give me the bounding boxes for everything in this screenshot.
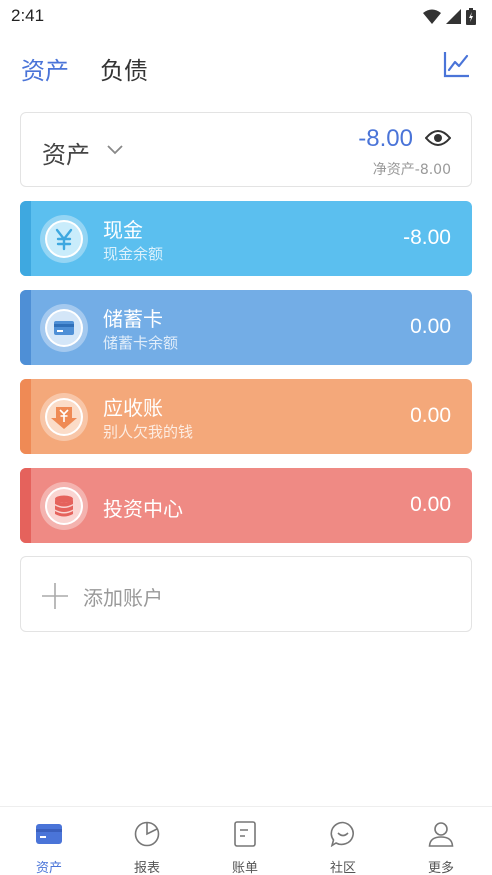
bill-icon bbox=[234, 821, 256, 847]
status-icons bbox=[423, 8, 476, 25]
account-subtitle: 现金余额 bbox=[103, 245, 164, 263]
receivable-icon bbox=[45, 398, 83, 436]
nav-assets[interactable]: 资产 bbox=[0, 807, 98, 875]
nav-reports[interactable]: 报表 bbox=[98, 807, 196, 875]
account-card-receivable[interactable]: 应收账 别人欠我的钱 0.00 bbox=[20, 379, 472, 454]
account-name: 现金 bbox=[103, 218, 143, 242]
summary-title: 资产 bbox=[42, 141, 90, 169]
asset-summary-card[interactable]: 资产 -8.00 净资产-8.00 bbox=[20, 112, 472, 187]
nav-label: 账单 bbox=[231, 861, 258, 875]
card-stripe bbox=[20, 379, 31, 454]
wifi-icon bbox=[423, 9, 441, 24]
nav-label: 社区 bbox=[329, 861, 356, 875]
account-subtitle: 储蓄卡余额 bbox=[103, 334, 179, 352]
account-amount: 0.00 bbox=[410, 315, 451, 338]
yuan-icon bbox=[45, 220, 83, 258]
card-stripe bbox=[20, 201, 31, 276]
account-name: 投资中心 bbox=[103, 497, 183, 521]
account-card-debit[interactable]: 储蓄卡 储蓄卡余额 0.00 bbox=[20, 290, 472, 365]
status-time: 2:41 bbox=[11, 6, 45, 25]
bank-card-icon bbox=[45, 309, 83, 347]
account-icon-ring bbox=[40, 215, 88, 263]
eye-icon[interactable] bbox=[425, 129, 451, 147]
plus-icon bbox=[42, 583, 68, 609]
trend-chart-icon[interactable] bbox=[443, 50, 471, 78]
nav-community[interactable]: 社区 bbox=[294, 807, 392, 875]
wallet-icon bbox=[36, 824, 62, 844]
card-stripe bbox=[20, 468, 31, 543]
nav-label: 更多 bbox=[427, 861, 454, 875]
tab-liabilities[interactable]: 负债 bbox=[100, 51, 148, 86]
account-subtitle: 别人欠我的钱 bbox=[103, 423, 194, 441]
nav-label: 报表 bbox=[133, 861, 160, 875]
account-card-cash[interactable]: 现金 现金余额 -8.00 bbox=[20, 201, 472, 276]
account-name: 储蓄卡 bbox=[103, 307, 163, 331]
nav-more[interactable]: 更多 bbox=[392, 807, 490, 875]
bottom-nav: 资产 报表 账单 社区 更多 bbox=[0, 806, 492, 875]
account-card-investment[interactable]: 投资中心 0.00 bbox=[20, 468, 472, 543]
status-bar: 2:41 bbox=[0, 0, 492, 34]
coin-stack-icon bbox=[45, 487, 83, 525]
account-name: 应收账 bbox=[103, 396, 163, 420]
account-icon-ring bbox=[40, 482, 88, 530]
battery-icon bbox=[466, 8, 476, 25]
card-stripe bbox=[20, 290, 31, 365]
nav-bills[interactable]: 账单 bbox=[196, 807, 294, 875]
net-assets-label: 净资产-8.00 bbox=[372, 162, 451, 178]
add-account-label: 添加账户 bbox=[83, 586, 163, 610]
user-icon bbox=[428, 822, 454, 847]
signal-icon bbox=[446, 9, 461, 24]
account-icon-ring bbox=[40, 393, 88, 441]
account-amount: 0.00 bbox=[410, 493, 451, 516]
tab-assets[interactable]: 资产 bbox=[21, 51, 69, 86]
summary-total: -8.00 bbox=[358, 125, 413, 152]
account-amount: 0.00 bbox=[410, 404, 451, 427]
account-icon-ring bbox=[40, 304, 88, 352]
chat-icon bbox=[330, 821, 354, 847]
chevron-down-icon[interactable] bbox=[107, 145, 123, 155]
nav-label: 资产 bbox=[35, 861, 62, 875]
add-account-button[interactable]: 添加账户 bbox=[20, 556, 472, 632]
header: 资产 负债 bbox=[0, 44, 492, 90]
account-amount: -8.00 bbox=[403, 226, 451, 249]
pie-chart-icon bbox=[134, 821, 160, 847]
